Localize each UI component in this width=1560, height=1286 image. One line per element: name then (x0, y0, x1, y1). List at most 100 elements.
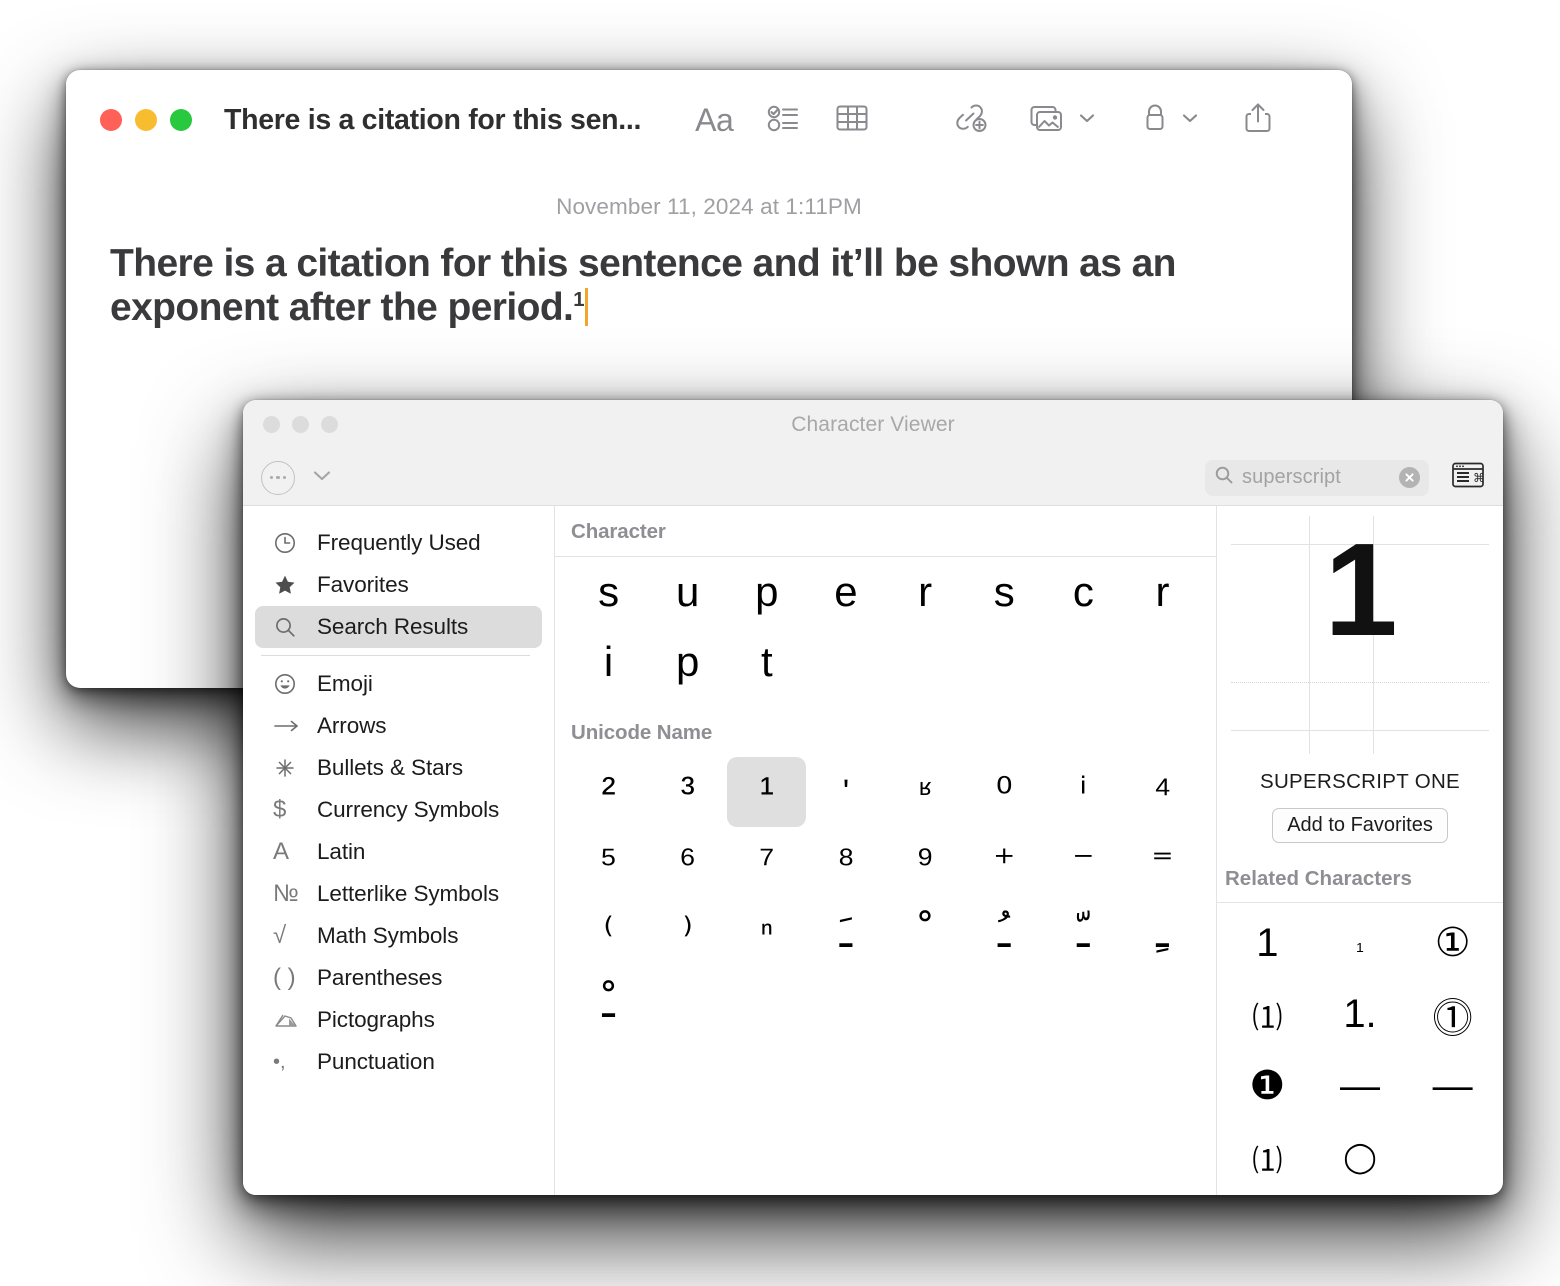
add-link-button[interactable] (953, 102, 989, 139)
glyph-cell[interactable]: ﹷ (806, 897, 885, 967)
glyph-cell[interactable]: p (727, 557, 806, 627)
sidebar-item-parentheses[interactable]: ( ) Parentheses (255, 957, 542, 999)
glyph-cell[interactable]: p (648, 627, 727, 697)
sidebar-item-label: Pictographs (317, 1007, 435, 1032)
sidebar-item-frequently-used[interactable]: Frequently Used (255, 522, 542, 564)
glyph-cell[interactable]: ⁿ (727, 897, 806, 967)
sidebar-item-label: Currency Symbols (317, 797, 500, 822)
sidebar-item-label: Punctuation (317, 1049, 435, 1074)
glyph-cell[interactable]: ² (569, 757, 648, 827)
sidebar-item-label: Math Symbols (317, 923, 459, 948)
share-button[interactable] (1243, 101, 1273, 140)
character-viewer-titlebar: Character Viewer superscript ⌘ (243, 400, 1503, 506)
zoom-button[interactable] (170, 109, 192, 131)
glyph-cell[interactable]: ⁾ (648, 897, 727, 967)
sidebar-item-pictographs[interactable]: Pictographs (255, 999, 542, 1041)
sidebar-item-arrows[interactable]: Arrows (255, 705, 542, 747)
glyph-cell[interactable]: t (727, 627, 806, 697)
more-options-button[interactable] (261, 460, 295, 495)
glyph-cell[interactable]: ⁽ (569, 897, 648, 967)
glyph-cell[interactable]: ﹹ (965, 897, 1044, 967)
sidebar-item-emoji[interactable]: Emoji (255, 663, 542, 705)
chevron-down-icon[interactable] (1181, 111, 1199, 129)
sidebar-item-favorites[interactable]: Favorites (255, 564, 542, 606)
glyph-cell[interactable]: s (569, 557, 648, 627)
glyph-cell[interactable]: ⁹ (886, 827, 965, 897)
lock-icon (1140, 102, 1170, 139)
related-char-cell[interactable]: ❶ (1221, 1052, 1314, 1120)
chevron-down-icon[interactable] (1078, 111, 1096, 129)
arrow-right-icon (273, 716, 307, 736)
cv-right-tools: superscript ⌘ (1205, 459, 1485, 496)
glyph-cell[interactable]: r (1123, 557, 1202, 627)
text-cursor (584, 288, 588, 327)
keyboard-viewer-button[interactable]: ⌘ (1451, 461, 1485, 494)
table-icon (835, 103, 869, 138)
glyph-cell[interactable]: e (806, 557, 885, 627)
search-icon (1214, 465, 1234, 490)
related-char-cell[interactable]: ₁ (1314, 909, 1407, 977)
related-char-cell[interactable]: 1. (1314, 981, 1407, 1049)
ellipsis-icon (276, 475, 280, 480)
sidebar-item-label: Bullets & Stars (317, 755, 464, 780)
related-char-cell[interactable]: ⓵ (1406, 981, 1499, 1049)
glyph-cell[interactable]: ⁰ (965, 757, 1044, 827)
glyph-cell[interactable]: ⁴ (1123, 757, 1202, 827)
search-input[interactable]: superscript (1205, 459, 1429, 496)
related-char-cell[interactable]: ◯ (1314, 1124, 1407, 1192)
sidebar-item-label: Emoji (317, 671, 373, 696)
glyph-cell[interactable]: ⁻ (1044, 827, 1123, 897)
glyph-cell[interactable]: ⁼ (1123, 827, 1202, 897)
related-char-cell[interactable]: ⑴ (1221, 1124, 1314, 1192)
note-text[interactable]: There is a citation for this sentence an… (110, 242, 1200, 331)
sidebar-item-label: Letterlike Symbols (317, 881, 500, 906)
glyph-cell[interactable]: ʶ (886, 757, 965, 827)
section-header-character: Character (555, 506, 1216, 557)
letter-a-icon: A (273, 838, 290, 865)
search-icon (273, 615, 307, 639)
lock-button[interactable] (1140, 102, 1199, 139)
table-button[interactable] (835, 103, 869, 138)
sidebar-item-currency-symbols[interactable]: $ Currency Symbols (255, 789, 542, 831)
media-button[interactable] (1029, 102, 1096, 139)
glyph-cell[interactable]: ⁷ (727, 827, 806, 897)
glyph-cell[interactable]: u (648, 557, 727, 627)
glyph-cell[interactable]: ⁸ (806, 827, 885, 897)
related-char-cell[interactable]: — (1406, 1052, 1499, 1120)
close-button[interactable] (100, 109, 122, 131)
glyph-cell[interactable]: ³ (648, 757, 727, 827)
glyph-cell[interactable]: ⁱ (1044, 757, 1123, 827)
checklist-button[interactable] (767, 103, 801, 138)
glyph-cell[interactable]: ﹽ (1044, 897, 1123, 967)
sidebar-item-bullets-and-stars[interactable]: Bullets & Stars (255, 747, 542, 789)
glyph-cell[interactable]: ʹ (806, 757, 885, 827)
glyph-cell-selected[interactable]: ¹ (727, 757, 807, 827)
sidebar-item-label: Favorites (317, 572, 409, 597)
chevron-down-icon[interactable] (311, 468, 333, 487)
glyph-cell[interactable]: ⁵ (569, 827, 648, 897)
glyph-cell[interactable]: ﹿ (569, 967, 648, 1037)
sidebar-item-letterlike-symbols[interactable]: № Letterlike Symbols (255, 873, 542, 915)
minimize-button[interactable] (135, 109, 157, 131)
sidebar-item-punctuation[interactable]: •, Punctuation (255, 1041, 542, 1083)
character-results-panel: Character s u p e r s c r i p t Unicode … (555, 506, 1217, 1195)
glyph-cell[interactable]: ⁺ (965, 827, 1044, 897)
related-char-cell[interactable]: 1 (1221, 909, 1314, 977)
glyph-cell[interactable]: i (569, 627, 648, 697)
clear-search-button[interactable] (1399, 467, 1420, 488)
format-button[interactable]: Aa (695, 104, 734, 136)
related-char-cell[interactable]: — (1314, 1052, 1407, 1120)
glyph-cell[interactable]: r (886, 557, 965, 627)
glyph-cell[interactable]: c (1044, 557, 1123, 627)
glyph-cell[interactable]: ﹻ (1123, 897, 1202, 967)
glyph-cell[interactable]: ﹾ (886, 897, 965, 967)
svg-text:⌘: ⌘ (1473, 471, 1485, 485)
add-to-favorites-button[interactable]: Add to Favorites (1272, 808, 1448, 843)
glyph-cell[interactable]: s (965, 557, 1044, 627)
sidebar-item-search-results[interactable]: Search Results (255, 606, 542, 648)
sidebar-item-math-symbols[interactable]: √ Math Symbols (255, 915, 542, 957)
sidebar-item-latin[interactable]: A Latin (255, 831, 542, 873)
related-char-cell[interactable]: ⑴ (1221, 981, 1314, 1049)
related-char-cell[interactable]: ① (1406, 909, 1499, 977)
glyph-cell[interactable]: ⁶ (648, 827, 727, 897)
